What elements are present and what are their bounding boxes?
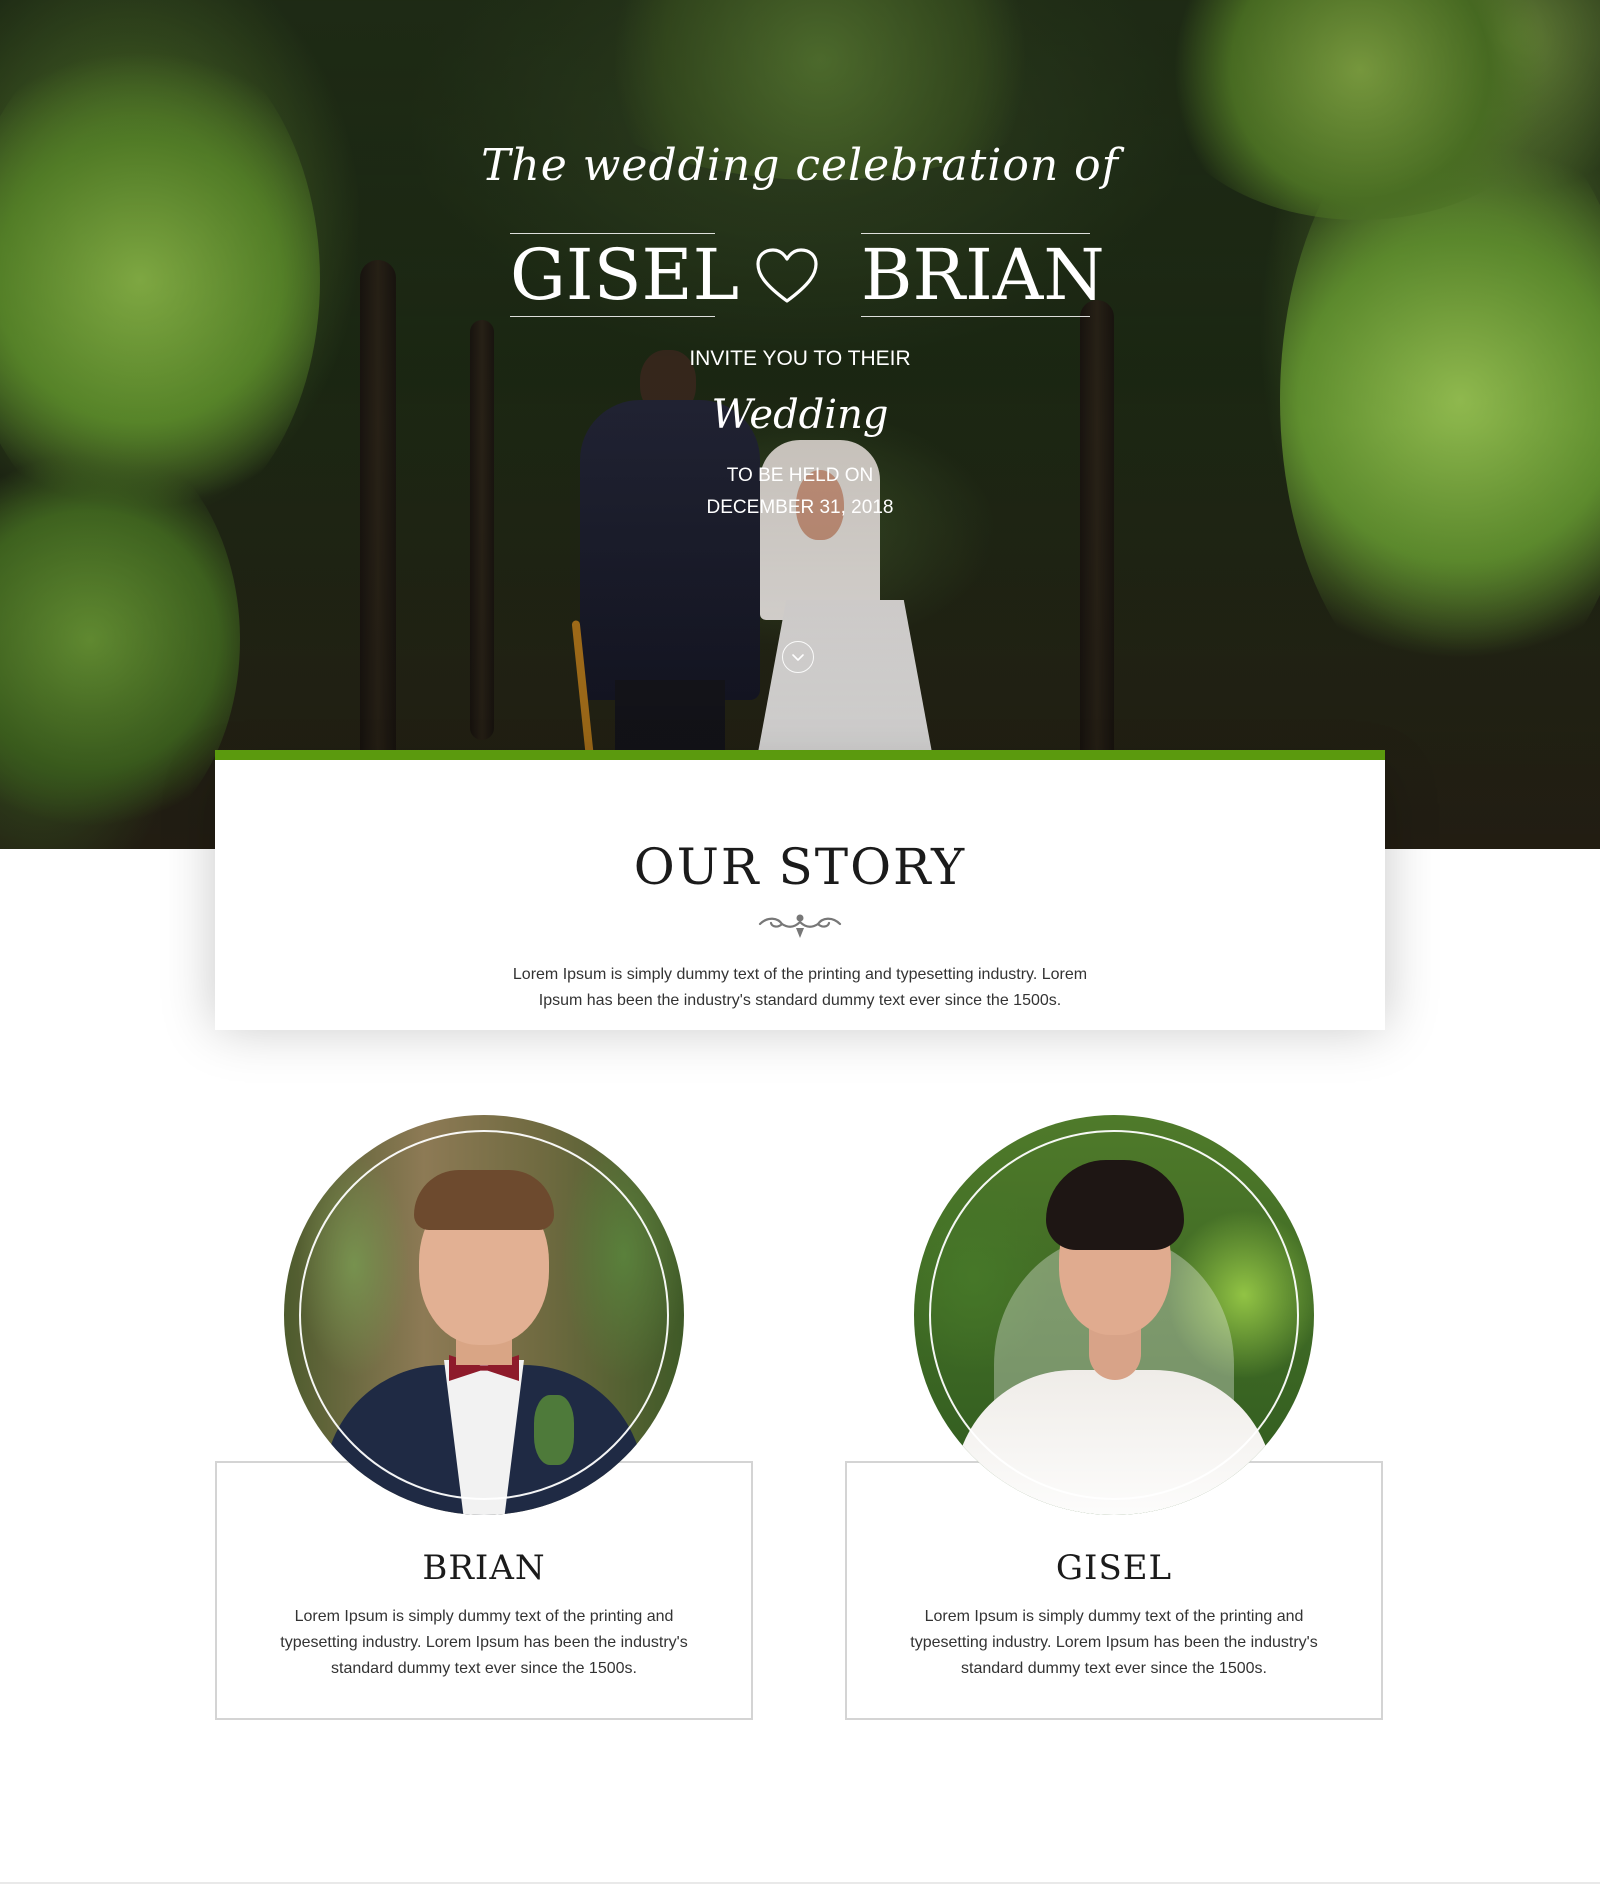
portrait-ring (299, 1130, 669, 1500)
held-on-text: TO BE HELD ON (726, 465, 874, 486)
bride-bio: Lorem Ipsum is simply dummy text of the … (910, 1608, 1318, 1677)
bride-name: GISEL (1055, 1548, 1173, 1588)
hero-script-title: The wedding celebration of (481, 140, 1119, 191)
wedding-date: DECEMBER 31, 2018 (706, 497, 894, 518)
flourish-divider-icon (758, 914, 842, 938)
wedding-script-text: Wedding (711, 392, 889, 438)
groom-bio: Lorem Ipsum is simply dummy text of the … (280, 1608, 688, 1677)
story-text: Lorem Ipsum is simply dummy text of the … (512, 966, 1088, 1009)
invite-text: INVITE YOU TO THEIR (689, 347, 911, 370)
partner-name-left: GISEL (510, 233, 740, 317)
groom-name: BRIAN (422, 1548, 546, 1588)
chevron-down-icon (792, 654, 804, 661)
scroll-down-button[interactable] (782, 641, 814, 673)
heart-outline-icon (756, 248, 818, 303)
story-title: OUR STORY (633, 838, 967, 896)
partner-name-right: BRIAN (861, 233, 1105, 317)
portrait-ring (929, 1130, 1299, 1500)
